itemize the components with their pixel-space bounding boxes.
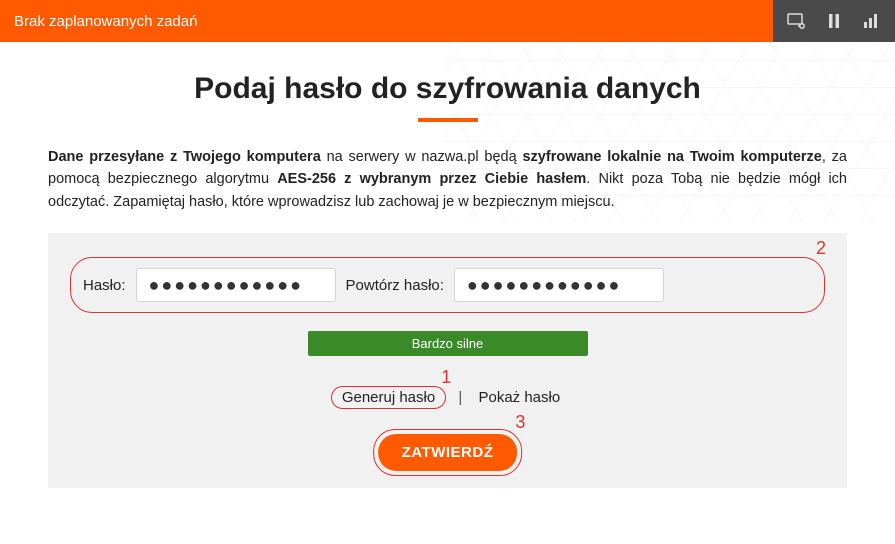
description-text: Dane przesyłane z Twojego komputera na s… xyxy=(48,146,847,213)
status-bar: Brak zaplanowanych zadań xyxy=(0,0,773,42)
password-row: 2 Hasło: Powtórz hasło: xyxy=(70,257,825,313)
submit-highlight: 3 ZATWIERDŹ xyxy=(373,429,523,476)
page-title: Podaj hasło do szyfrowania danych xyxy=(48,72,847,106)
submit-button[interactable]: ZATWIERDŹ xyxy=(378,434,518,471)
separator: | xyxy=(458,389,462,406)
callout-3: 3 xyxy=(515,412,525,433)
generate-password-wrap: 1 Generuj hasło xyxy=(331,386,446,409)
bars-icon[interactable] xyxy=(861,10,883,32)
heading-underline xyxy=(418,118,478,122)
main-content: Podaj hasło do szyfrowania danych Dane p… xyxy=(0,42,895,488)
password-label: Hasło: xyxy=(83,277,126,294)
desc-bold-1: Dane przesyłane z Twojego komputera xyxy=(48,149,321,165)
show-password-button[interactable]: Pokaż hasło xyxy=(474,387,564,408)
top-bar: Brak zaplanowanych zadań xyxy=(0,0,895,42)
submit-wrap: 3 ZATWIERDŹ xyxy=(373,429,523,476)
desc-bold-3: szyfrowane lokalnie na Twoim komputerze xyxy=(522,149,821,165)
desc-part-2: na serwery w nazwa.pl będą xyxy=(321,149,523,165)
password-actions: 1 Generuj hasło | Pokaż hasło xyxy=(70,386,825,409)
form-panel: 2 Hasło: Powtórz hasło: Bardzo silne 1 G… xyxy=(48,233,847,488)
repeat-password-label: Powtórz hasło: xyxy=(346,277,444,294)
password-input[interactable] xyxy=(136,268,336,302)
pause-icon[interactable] xyxy=(823,10,845,32)
desc-bold-5: AES-256 z wybranym przez Ciebie hasłem xyxy=(277,171,586,187)
password-strength: Bardzo silne xyxy=(308,331,588,356)
monitor-icon[interactable] xyxy=(785,10,807,32)
callout-2: 2 xyxy=(816,238,826,259)
repeat-password-input[interactable] xyxy=(454,268,664,302)
topbar-actions xyxy=(773,0,895,42)
status-text: Brak zaplanowanych zadań xyxy=(14,13,197,30)
callout-1: 1 xyxy=(441,367,451,388)
generate-password-button[interactable]: Generuj hasło xyxy=(338,387,439,408)
